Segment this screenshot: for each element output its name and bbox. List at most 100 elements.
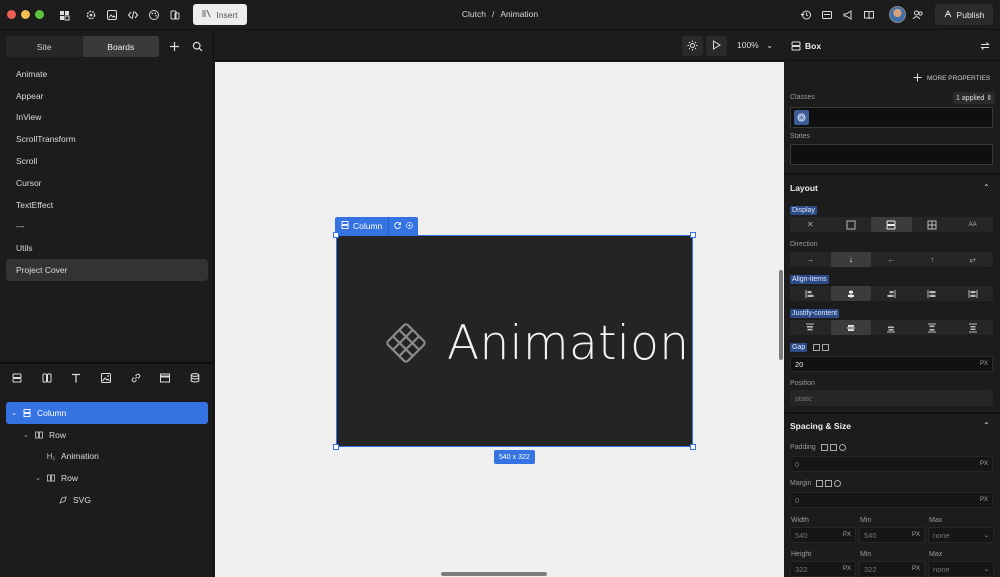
chevron-up-icon[interactable]: ⌃ [983, 183, 990, 192]
board-item-texteffect[interactable]: TextEffect [6, 194, 208, 216]
direction-wrap-option[interactable]: ⥂ [952, 252, 993, 267]
justify-between-option[interactable] [912, 320, 953, 335]
width-input[interactable]: 540 PX [790, 527, 856, 543]
states-input[interactable] [790, 144, 993, 165]
design-canvas[interactable]: Column Animation 540 x 322 [215, 62, 784, 577]
tab-boards[interactable]: Boards [82, 36, 159, 57]
display-block-option[interactable] [831, 217, 872, 232]
chevron-down-icon[interactable]: ⌄ [33, 474, 43, 482]
gap-all-icon[interactable] [813, 344, 821, 351]
resize-handle-bottom-left[interactable] [333, 444, 339, 450]
classes-input[interactable] [790, 107, 993, 128]
announcement-icon[interactable] [840, 7, 856, 23]
padding-all-icon[interactable] [820, 444, 828, 451]
min-height-input[interactable]: 322 PX [859, 561, 925, 577]
insert-link-icon[interactable] [129, 371, 143, 385]
board-item-scroll[interactable]: Scroll [6, 150, 208, 172]
selected-column-frame[interactable]: Animation [336, 235, 693, 447]
tree-item-row[interactable]: ⌄ Row [6, 467, 208, 489]
tree-item-row[interactable]: ⌄ Row [6, 424, 208, 446]
direction-column-option[interactable]: ↓ [830, 252, 872, 267]
swap-icon[interactable] [980, 41, 990, 53]
breadcrumb-page[interactable]: Animation [500, 9, 538, 19]
collaborators-icon[interactable] [910, 7, 926, 23]
board-item-inview[interactable]: InView [6, 107, 208, 129]
class-chip[interactable] [794, 110, 809, 125]
element-name-tag[interactable]: Column [335, 217, 390, 235]
resize-handle-top-right[interactable] [690, 232, 696, 238]
padding-unit[interactable]: PX [980, 461, 988, 467]
chevron-down-icon[interactable]: ⌄ [9, 409, 19, 417]
max-width-dropdown-icon[interactable]: ⌄ [984, 532, 989, 539]
resize-handle-bottom-right[interactable] [690, 444, 696, 450]
tab-site[interactable]: Site [6, 36, 83, 57]
position-select[interactable]: static [790, 390, 993, 406]
align-stretch-option[interactable] [912, 286, 953, 301]
direction-row-reverse-option[interactable]: ← [871, 252, 912, 267]
gap-input[interactable]: 20 PX [790, 356, 993, 372]
max-height-dropdown-icon[interactable]: ⌄ [984, 566, 989, 573]
display-flex-option[interactable] [871, 217, 912, 232]
margin-sides-icon[interactable] [825, 480, 833, 487]
width-unit[interactable]: PX [843, 532, 851, 538]
vertical-scrollbar[interactable] [779, 270, 783, 360]
chevron-down-icon[interactable]: ⌄ [21, 431, 31, 439]
zoom-select[interactable]: 100% ⌄ [737, 40, 773, 51]
display-inline-option[interactable]: AA [952, 217, 993, 232]
justify-around-option[interactable] [952, 320, 993, 335]
align-center-option[interactable] [830, 286, 872, 301]
classes-applied-dropdown[interactable]: 1 applied ⇕ [953, 92, 996, 104]
database-icon[interactable] [188, 371, 202, 385]
display-grid-option[interactable] [912, 217, 953, 232]
user-avatar[interactable] [889, 6, 906, 23]
height-unit[interactable]: PX [843, 566, 851, 572]
frame-heading[interactable]: Animation [447, 316, 689, 371]
margin-custom-icon[interactable] [834, 480, 842, 487]
justify-start-option[interactable] [790, 320, 831, 335]
layout-section-title[interactable]: Layout [790, 183, 818, 193]
align-end-option[interactable] [871, 286, 912, 301]
height-input[interactable]: 322 PX [790, 561, 856, 577]
board-item-appear[interactable]: Appear [6, 85, 208, 107]
padding-sides-icon[interactable] [829, 444, 837, 451]
max-height-input[interactable]: none ⌄ [928, 561, 994, 577]
board-item-separator[interactable]: --- [6, 216, 208, 238]
padding-custom-icon[interactable] [838, 444, 846, 451]
insert-section-icon[interactable] [158, 371, 172, 385]
margin-unit[interactable]: PX [980, 497, 988, 503]
breadcrumb-project[interactable]: Clutch [462, 9, 486, 19]
theme-toggle-button[interactable] [682, 36, 703, 56]
board-item-project-cover[interactable]: Project Cover [6, 259, 208, 281]
spacing-section-title[interactable]: Spacing & Size [790, 421, 851, 431]
max-width-input[interactable]: none ⌄ [928, 527, 994, 543]
direction-row-option[interactable]: → [790, 252, 831, 267]
resize-handle-top-left[interactable] [333, 232, 339, 238]
add-board-icon[interactable] [167, 39, 181, 53]
publish-button[interactable]: Publish [935, 4, 993, 25]
min-width-input[interactable]: 540 PX [859, 527, 925, 543]
gap-split-icon[interactable] [822, 344, 830, 351]
board-item-utils[interactable]: Utils [6, 237, 208, 259]
panel-divider[interactable] [0, 362, 214, 364]
board-item-animate[interactable]: Animate [6, 63, 208, 85]
insert-column-icon[interactable] [10, 371, 24, 385]
search-icon[interactable] [190, 39, 204, 53]
preview-icon[interactable] [819, 7, 835, 23]
insert-image-icon[interactable] [99, 371, 113, 385]
insert-row-icon[interactable] [40, 371, 54, 385]
refresh-icon[interactable] [393, 221, 402, 232]
horizontal-scrollbar[interactable] [441, 572, 547, 576]
min-height-unit[interactable]: PX [912, 566, 920, 572]
justify-center-option[interactable] [830, 320, 872, 335]
align-start-option[interactable] [790, 286, 831, 301]
board-item-scrolltransform[interactable]: ScrollTransform [6, 128, 208, 150]
selected-element-label[interactable]: Column [335, 217, 418, 235]
board-item-cursor[interactable]: Cursor [6, 172, 208, 194]
history-icon[interactable] [798, 7, 814, 23]
direction-column-reverse-option[interactable]: ↑ [912, 252, 953, 267]
margin-input[interactable]: 0 PX [790, 492, 993, 508]
margin-all-icon[interactable] [816, 480, 824, 487]
display-none-option[interactable]: ✕ [790, 217, 831, 232]
tree-item-column[interactable]: ⌄ Column [6, 402, 208, 424]
play-button[interactable] [706, 36, 727, 56]
